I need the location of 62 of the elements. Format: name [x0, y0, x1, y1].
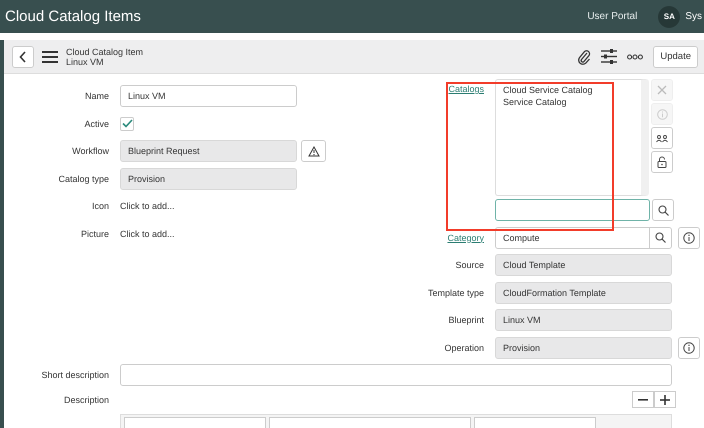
warning-icon — [308, 146, 320, 156]
unlock-icon — [657, 156, 667, 168]
lookup-field[interactable]: Compute — [495, 226, 672, 248]
field-label: Workflow — [71, 146, 109, 156]
search-icon — [658, 204, 668, 216]
warning-button[interactable] — [301, 140, 326, 162]
input-field[interactable]: Linux VM — [120, 85, 297, 107]
readonly-field: Blueprint Request — [120, 140, 297, 162]
field-label: Blueprint — [447, 315, 484, 325]
field-label: Template type — [426, 288, 484, 298]
expand-button[interactable] — [654, 391, 676, 408]
users-icon — [656, 134, 668, 142]
user-avatar[interactable]: SA — [658, 6, 680, 28]
minus-icon — [638, 398, 648, 400]
form-title: Cloud Catalog Item — [66, 46, 144, 56]
user-name[interactable]: Sys — [685, 11, 702, 22]
update-button[interactable]: Update — [653, 46, 698, 68]
field-value: Compute — [502, 232, 541, 242]
category-link[interactable]: Category — [400, 232, 484, 242]
user-portal-link[interactable]: User Portal — [587, 11, 638, 22]
form-subtitle: Linux VM — [66, 56, 104, 66]
back-button[interactable] — [12, 46, 34, 68]
readonly-field: Provision — [120, 168, 297, 190]
field-label: Operation — [443, 342, 484, 352]
field-label: Short description — [40, 370, 109, 380]
checkbox[interactable] — [120, 116, 134, 130]
info-button[interactable] — [678, 226, 700, 248]
catalog-list-item[interactable]: Cloud Service Catalog — [503, 84, 593, 96]
readonly-field: Provision — [495, 336, 672, 358]
catalog-list-item[interactable]: Service Catalog — [503, 96, 567, 108]
field-label: Description — [62, 394, 109, 404]
plus-icon — [660, 394, 670, 404]
menu-icon[interactable] — [42, 50, 58, 62]
info-button[interactable] — [678, 336, 700, 358]
field-label: Icon — [90, 201, 109, 211]
info-icon — [656, 108, 668, 120]
catalogs-link[interactable]: Catalogs — [400, 79, 484, 196]
collapse-button[interactable] — [632, 391, 654, 408]
search-button[interactable] — [652, 199, 674, 221]
add-image-link[interactable]: Click to add... — [120, 228, 175, 238]
field-label: Catalog type — [57, 174, 109, 184]
field-label: Picture — [80, 228, 109, 238]
readonly-field: Cloud Template — [495, 254, 672, 276]
paperclip-icon[interactable] — [577, 48, 592, 64]
checkmark-icon — [122, 119, 132, 128]
input-field[interactable] — [120, 364, 672, 386]
sliders-icon[interactable] — [601, 49, 618, 64]
readonly-field: CloudFormation Template — [495, 282, 672, 304]
search-field[interactable] — [495, 199, 650, 221]
chevron-left-icon — [19, 50, 27, 62]
users-button[interactable] — [651, 127, 673, 149]
info-icon — [683, 342, 695, 354]
add-image-link[interactable]: Click to add... — [120, 201, 175, 211]
page-title: Cloud Catalog Items — [5, 8, 141, 25]
readonly-field: Linux VM — [495, 309, 672, 331]
field-label: Source — [454, 260, 484, 270]
info-icon — [683, 232, 695, 244]
field-label: Active — [83, 118, 109, 128]
more-icon[interactable] — [627, 54, 644, 60]
close-icon — [657, 85, 667, 95]
field-label: Name — [84, 91, 109, 101]
lock-button[interactable] — [651, 151, 673, 173]
